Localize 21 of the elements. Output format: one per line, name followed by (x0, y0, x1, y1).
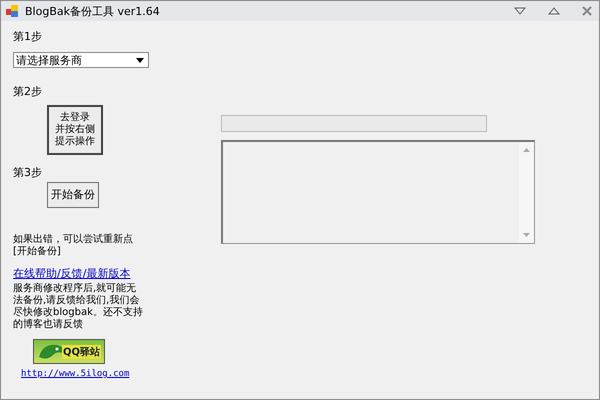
scrollbar[interactable] (519, 142, 534, 243)
scroll-up-icon[interactable] (523, 148, 530, 152)
notice-text: 服务商修改程序后,就可能无法备份,请反馈给我们,我们会尽快修改blogbak。还不支持的博客也请反馈 (13, 283, 143, 331)
error-hint-text: 如果出错，可以尝试重新点[开始备份] (13, 234, 134, 258)
maximize-icon[interactable] (547, 6, 561, 16)
caret-icon (136, 58, 144, 62)
provider-dropdown[interactable]: 请选择服务商 (13, 52, 149, 68)
close-icon[interactable] (581, 5, 593, 17)
log-text-area[interactable] (221, 140, 535, 244)
help-link[interactable]: 在线帮助/反馈/最新版本 (13, 266, 130, 281)
app-icon (5, 4, 19, 18)
website-link[interactable]: http://www.5ilog.com (21, 369, 130, 379)
start-backup-button[interactable]: 开始备份 (47, 182, 99, 208)
minimize-icon[interactable] (513, 6, 527, 16)
logo-banner[interactable]: QQ驿站 (33, 339, 105, 364)
login-button[interactable]: 去登录 并按右侧 提示操作 (47, 105, 103, 155)
scroll-down-icon[interactable] (523, 233, 530, 237)
step-label: 第2步 (13, 84, 42, 99)
step-label: 第1步 (13, 29, 42, 44)
window-title: BlogBak备份工具 ver1.64 (25, 4, 160, 18)
step-label: 第3步 (13, 165, 42, 180)
